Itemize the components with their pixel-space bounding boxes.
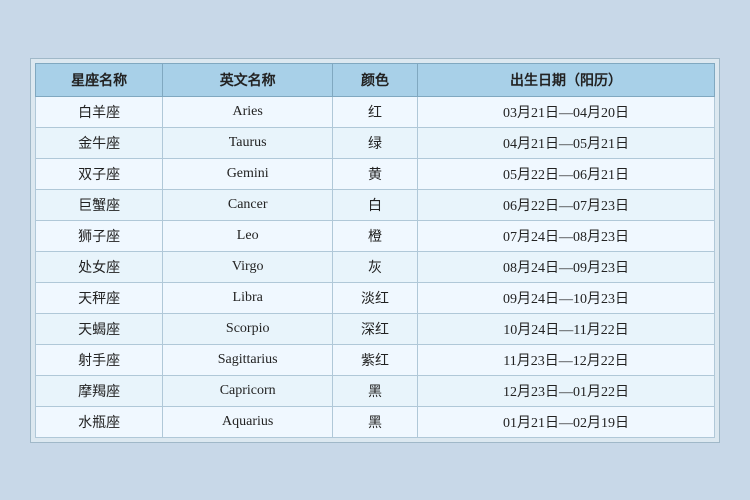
table-row: 处女座Virgo灰08月24日—09月23日 xyxy=(36,251,715,282)
cell-date: 10月24日—11月22日 xyxy=(417,313,714,344)
cell-zh: 摩羯座 xyxy=(36,375,163,406)
cell-en: Scorpio xyxy=(163,313,333,344)
cell-zh: 处女座 xyxy=(36,251,163,282)
table-body: 白羊座Aries红03月21日—04月20日金牛座Taurus绿04月21日—0… xyxy=(36,96,715,437)
cell-en: Gemini xyxy=(163,158,333,189)
table-row: 双子座Gemini黄05月22日—06月21日 xyxy=(36,158,715,189)
table-row: 巨蟹座Cancer白06月22日—07月23日 xyxy=(36,189,715,220)
cell-en: Leo xyxy=(163,220,333,251)
cell-color: 白 xyxy=(333,189,418,220)
cell-zh: 双子座 xyxy=(36,158,163,189)
table-row: 摩羯座Capricorn黑12月23日—01月22日 xyxy=(36,375,715,406)
cell-zh: 水瓶座 xyxy=(36,406,163,437)
cell-en: Capricorn xyxy=(163,375,333,406)
header-date: 出生日期（阳历） xyxy=(417,63,714,96)
table-row: 金牛座Taurus绿04月21日—05月21日 xyxy=(36,127,715,158)
cell-date: 03月21日—04月20日 xyxy=(417,96,714,127)
cell-en: Aquarius xyxy=(163,406,333,437)
cell-date: 05月22日—06月21日 xyxy=(417,158,714,189)
cell-date: 09月24日—10月23日 xyxy=(417,282,714,313)
cell-color: 紫红 xyxy=(333,344,418,375)
header-color: 颜色 xyxy=(333,63,418,96)
cell-date: 06月22日—07月23日 xyxy=(417,189,714,220)
table-row: 天蝎座Scorpio深红10月24日—11月22日 xyxy=(36,313,715,344)
cell-date: 12月23日—01月22日 xyxy=(417,375,714,406)
cell-en: Aries xyxy=(163,96,333,127)
cell-zh: 金牛座 xyxy=(36,127,163,158)
header-zh: 星座名称 xyxy=(36,63,163,96)
cell-color: 黑 xyxy=(333,375,418,406)
cell-en: Cancer xyxy=(163,189,333,220)
cell-zh: 天秤座 xyxy=(36,282,163,313)
cell-date: 08月24日—09月23日 xyxy=(417,251,714,282)
table-header-row: 星座名称 英文名称 颜色 出生日期（阳历） xyxy=(36,63,715,96)
zodiac-table-container: 星座名称 英文名称 颜色 出生日期（阳历） 白羊座Aries红03月21日—04… xyxy=(30,58,720,443)
table-row: 天秤座Libra淡红09月24日—10月23日 xyxy=(36,282,715,313)
cell-en: Sagittarius xyxy=(163,344,333,375)
cell-zh: 白羊座 xyxy=(36,96,163,127)
cell-date: 07月24日—08月23日 xyxy=(417,220,714,251)
cell-color: 淡红 xyxy=(333,282,418,313)
cell-zh: 天蝎座 xyxy=(36,313,163,344)
table-row: 射手座Sagittarius紫红11月23日—12月22日 xyxy=(36,344,715,375)
cell-zh: 射手座 xyxy=(36,344,163,375)
cell-color: 绿 xyxy=(333,127,418,158)
cell-date: 11月23日—12月22日 xyxy=(417,344,714,375)
cell-color: 深红 xyxy=(333,313,418,344)
cell-zh: 狮子座 xyxy=(36,220,163,251)
header-en: 英文名称 xyxy=(163,63,333,96)
cell-zh: 巨蟹座 xyxy=(36,189,163,220)
cell-color: 灰 xyxy=(333,251,418,282)
cell-color: 红 xyxy=(333,96,418,127)
cell-color: 橙 xyxy=(333,220,418,251)
table-row: 狮子座Leo橙07月24日—08月23日 xyxy=(36,220,715,251)
cell-color: 黑 xyxy=(333,406,418,437)
cell-date: 01月21日—02月19日 xyxy=(417,406,714,437)
cell-en: Taurus xyxy=(163,127,333,158)
cell-en: Libra xyxy=(163,282,333,313)
cell-en: Virgo xyxy=(163,251,333,282)
zodiac-table: 星座名称 英文名称 颜色 出生日期（阳历） 白羊座Aries红03月21日—04… xyxy=(35,63,715,438)
table-row: 水瓶座Aquarius黑01月21日—02月19日 xyxy=(36,406,715,437)
cell-color: 黄 xyxy=(333,158,418,189)
cell-date: 04月21日—05月21日 xyxy=(417,127,714,158)
table-row: 白羊座Aries红03月21日—04月20日 xyxy=(36,96,715,127)
